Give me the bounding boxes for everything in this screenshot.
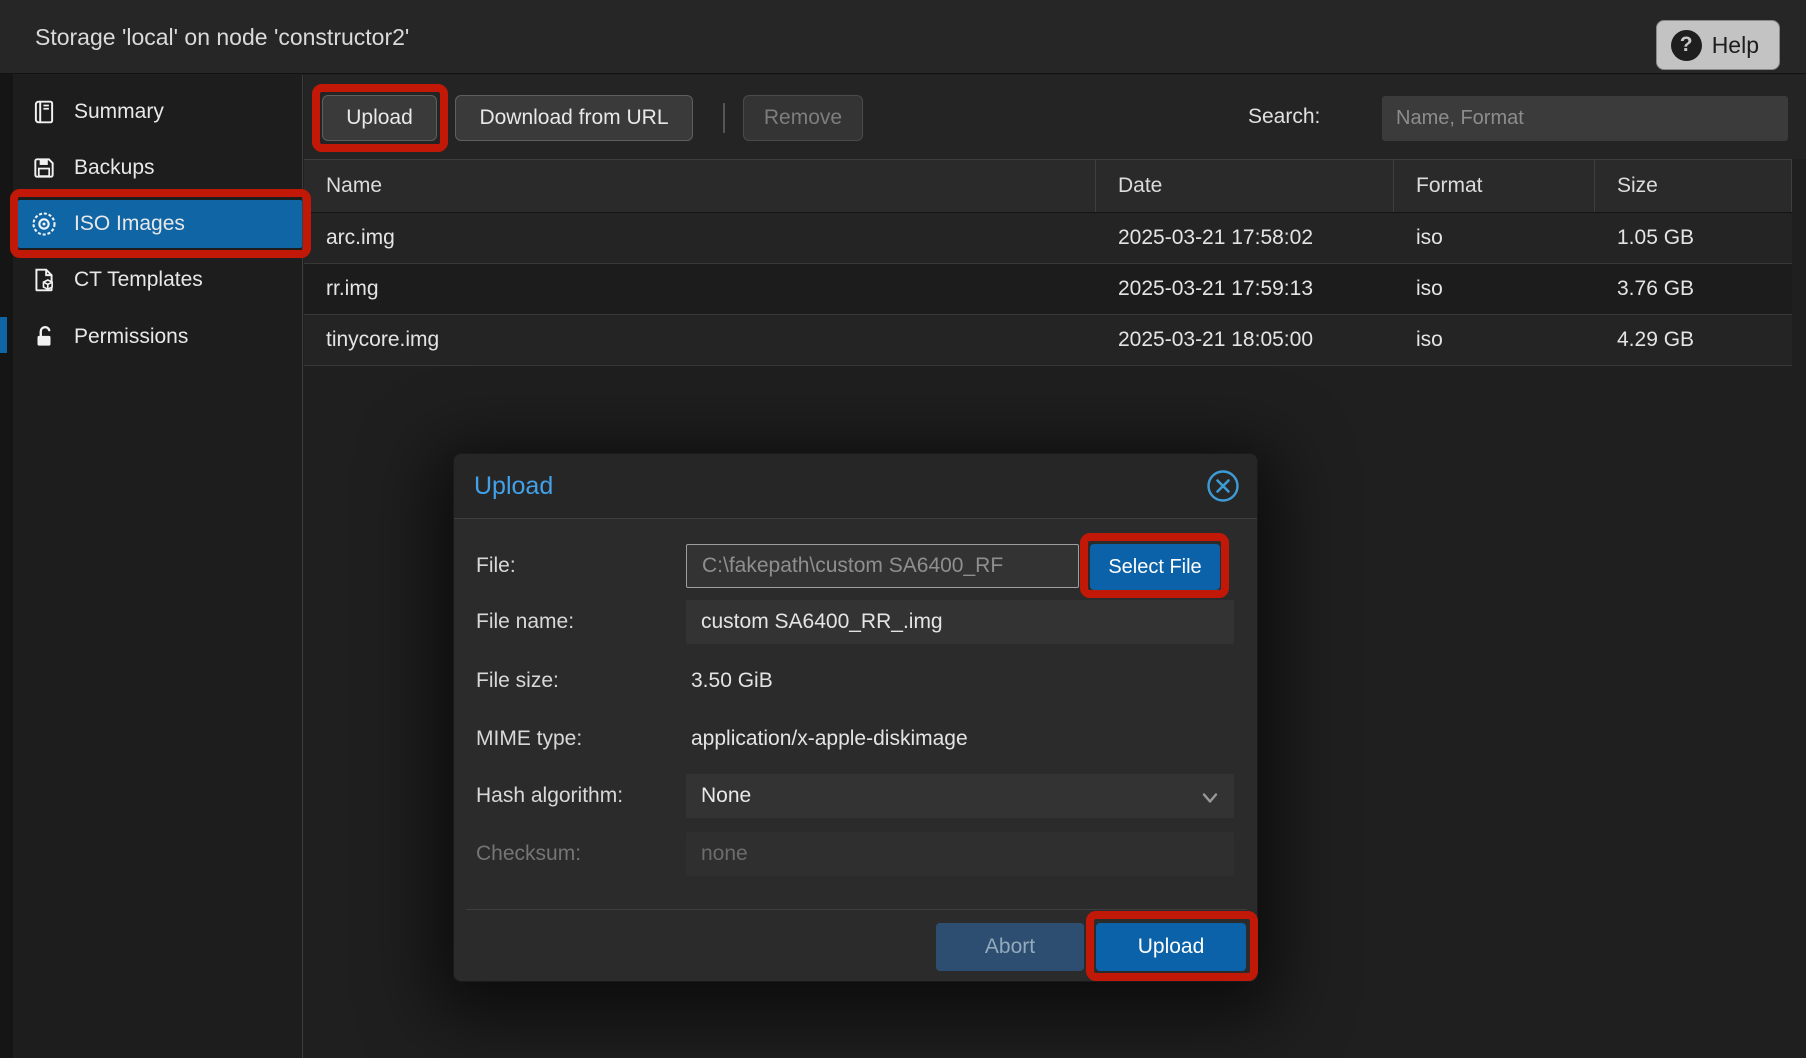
download-from-url-button[interactable]: Download from URL [455, 95, 693, 141]
search-input[interactable] [1382, 96, 1788, 141]
column-header-format[interactable]: Format [1394, 160, 1595, 212]
sidebar-item-backups[interactable]: Backups [13, 144, 303, 192]
cell-date: 2025-03-21 17:58:02 [1096, 213, 1394, 263]
mime-type-value: application/x-apple-diskimage [691, 717, 968, 761]
cell-name: tinycore.img [304, 315, 1096, 365]
upload-dialog: Upload File: Select File File name: File… [453, 453, 1258, 982]
page-title: Storage 'local' on node 'constructor2' [35, 0, 409, 74]
file-name-label: File name: [476, 600, 574, 644]
question-mark-icon: ? [1671, 30, 1702, 61]
background-selection-fragment [0, 317, 7, 353]
cell-size: 4.29 GB [1595, 315, 1792, 365]
upload-dialog-header[interactable]: Upload [454, 454, 1257, 519]
help-button[interactable]: ? Help [1656, 20, 1780, 70]
sidebar-item-label: Summary [74, 100, 164, 124]
remove-button[interactable]: Remove [743, 95, 863, 141]
hash-algorithm-label: Hash algorithm: [476, 774, 623, 818]
upload-button[interactable]: Upload [322, 95, 437, 141]
iso-images-table: Name Date Format Size arc.img 2025-03-21… [304, 159, 1792, 366]
close-icon[interactable] [1205, 468, 1241, 504]
cell-size: 1.05 GB [1595, 213, 1792, 263]
dialog-footer-separator [466, 909, 1247, 910]
file-size-value: 3.50 GiB [691, 659, 773, 703]
file-size-label: File size: [476, 659, 559, 703]
sidebar-item-iso-images[interactable]: ISO Images [18, 200, 302, 248]
chevron-down-icon [1200, 788, 1220, 812]
sidebar: Summary Backups ISO Images CT Templates … [13, 75, 303, 1058]
dialog-upload-button[interactable]: Upload [1096, 923, 1246, 971]
cell-format: iso [1394, 264, 1595, 314]
mime-type-label: MIME type: [476, 717, 582, 761]
search-label: Search: [1248, 75, 1320, 159]
sidebar-item-label: CT Templates [74, 268, 203, 292]
cell-size: 3.76 GB [1595, 264, 1792, 314]
sidebar-item-label: Backups [74, 156, 155, 180]
book-icon [30, 98, 58, 126]
cell-format: iso [1394, 213, 1595, 263]
proxmox-storage-window: Storage 'local' on node 'constructor2' ?… [0, 0, 1806, 1058]
column-header-size[interactable]: Size [1595, 160, 1792, 212]
abort-button[interactable]: Abort [936, 923, 1084, 971]
table-row[interactable]: rr.img 2025-03-21 17:59:13 iso 3.76 GB [304, 264, 1792, 315]
sidebar-item-permissions[interactable]: Permissions [13, 313, 303, 361]
lock-open-icon [30, 323, 58, 351]
sidebar-item-label: Permissions [74, 325, 188, 349]
sidebar-item-ct-templates[interactable]: CT Templates [13, 256, 303, 304]
cell-date: 2025-03-21 17:59:13 [1096, 264, 1394, 314]
column-header-date[interactable]: Date [1096, 160, 1394, 212]
toolbar: Upload Download from URL Remove Search: [304, 75, 1806, 159]
file-label: File: [476, 544, 516, 588]
cell-name: arc.img [304, 213, 1096, 263]
help-button-label: Help [1712, 32, 1759, 59]
cell-name: rr.img [304, 264, 1096, 314]
table-header-row: Name Date Format Size [304, 159, 1792, 213]
cell-format: iso [1394, 315, 1595, 365]
toolbar-separator [723, 103, 725, 133]
table-row[interactable]: arc.img 2025-03-21 17:58:02 iso 1.05 GB [304, 213, 1792, 264]
file-path-input[interactable] [686, 544, 1079, 588]
table-row[interactable]: tinycore.img 2025-03-21 18:05:00 iso 4.2… [304, 315, 1792, 366]
titlebar: Storage 'local' on node 'constructor2' ?… [0, 0, 1806, 74]
left-edge-strip [0, 0, 13, 1058]
floppy-icon [30, 154, 58, 182]
column-header-name[interactable]: Name [304, 160, 1096, 212]
file-name-input[interactable] [686, 600, 1234, 644]
select-file-button[interactable]: Select File [1090, 544, 1220, 590]
dialog-title: Upload [474, 454, 553, 519]
hash-algorithm-value: None [701, 784, 751, 808]
hash-algorithm-select[interactable]: None [686, 774, 1234, 818]
disc-icon [30, 210, 58, 238]
sidebar-item-summary[interactable]: Summary [13, 88, 303, 136]
checksum-label: Checksum: [476, 832, 581, 876]
file-cube-icon [30, 266, 58, 294]
sidebar-item-label: ISO Images [74, 212, 185, 236]
cell-date: 2025-03-21 18:05:00 [1096, 315, 1394, 365]
checksum-input[interactable] [686, 832, 1234, 876]
